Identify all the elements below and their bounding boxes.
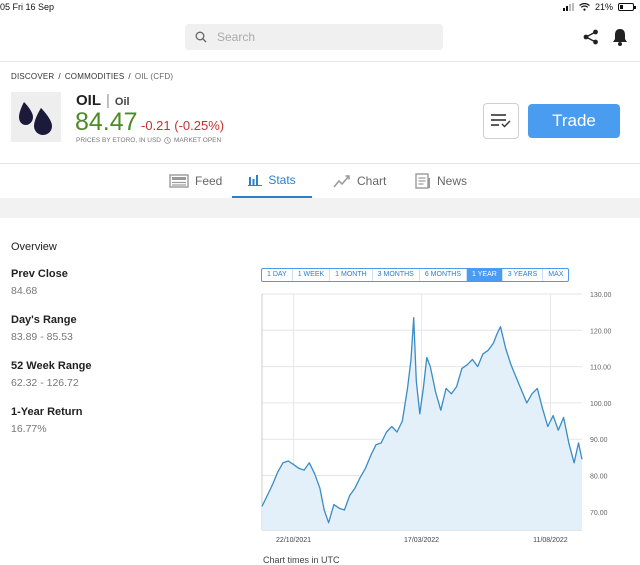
search-icon (195, 31, 207, 43)
tab-feed[interactable]: Feed (169, 164, 222, 198)
y-tick-label: 90.00 (590, 437, 608, 444)
y-tick-label: 120.00 (590, 328, 612, 335)
breadcrumb: DISCOVER / COMMODITIES / OIL (CFD) (11, 72, 174, 81)
tab-feed-label: Feed (195, 174, 223, 188)
range-6-months[interactable]: 6 MONTHS (420, 269, 468, 281)
x-tick-label: 11/08/2022 (533, 537, 568, 544)
top-bar (0, 14, 640, 62)
wifi-icon (579, 3, 590, 11)
breadcrumb-current: OIL (CFD) (134, 72, 174, 81)
days-range-value: 83.89 - 85.53 (11, 331, 73, 343)
y-tick-label: 130.00 (590, 292, 612, 299)
status-time: 05 Fri 16 Sep (0, 2, 55, 12)
share-icon[interactable] (582, 28, 600, 46)
week52-range-label: 52 Week Range (11, 360, 92, 372)
y-tick-label: 110.00 (590, 365, 611, 372)
tab-stats-label: Stats (268, 173, 296, 187)
one-year-return-label: 1-Year Return (11, 406, 83, 418)
instrument-logo (11, 92, 61, 142)
tab-news-label: News (437, 174, 468, 188)
tab-chart[interactable]: Chart (333, 164, 386, 198)
bell-icon[interactable] (611, 27, 629, 47)
tab-stats[interactable]: Stats (232, 164, 312, 198)
y-tick-label: 70.00 (590, 510, 608, 517)
instrument-name: Oil (114, 96, 130, 108)
overview-title: Overview (11, 241, 57, 253)
instrument-title: OIL | Oil (76, 92, 130, 109)
status-right: 21% (562, 2, 636, 12)
range-1-day[interactable]: 1 DAY (262, 269, 293, 281)
status-bar: 05 Fri 16 Sep 21% (0, 0, 640, 14)
market-status: MARKET OPEN (174, 137, 222, 144)
price-info: PRICES BY ETORO, IN USD MARKET OPEN (76, 137, 221, 144)
tab-news[interactable]: News (415, 164, 467, 198)
days-range-label: Day's Range (11, 314, 77, 326)
instrument-price: 84.47 (75, 108, 138, 136)
y-tick-label: 100.00 (590, 401, 612, 408)
signal-icon (562, 3, 574, 11)
section-divider (0, 198, 640, 218)
range-max[interactable]: MAX (543, 269, 568, 281)
week52-range-value: 62.32 - 126.72 (11, 377, 79, 389)
tab-chart-label: Chart (357, 174, 387, 188)
range-1-year[interactable]: 1 YEAR (467, 269, 503, 281)
prev-close-label: Prev Close (11, 268, 68, 280)
news-icon (415, 173, 430, 189)
tab-bar: Feed Stats Chart News (0, 163, 640, 198)
clock-icon (164, 137, 171, 144)
trade-button[interactable]: Trade (528, 104, 620, 138)
time-range-selector: 1 DAY 1 WEEK 1 MONTH 3 MONTHS 6 MONTHS 1 YEAR… (261, 268, 570, 282)
range-1-month[interactable]: 1 MONTH (330, 269, 373, 281)
one-year-return-value: 16.77% (11, 423, 47, 435)
battery-percent: 21% (594, 2, 613, 12)
list-check-icon (491, 114, 511, 128)
feed-icon (169, 174, 189, 188)
prices-by-label: PRICES BY ETORO, IN USD (76, 137, 162, 144)
watchlist-button[interactable] (483, 103, 519, 139)
breadcrumb-discover[interactable]: DISCOVER (11, 72, 54, 81)
line-chart-icon (333, 175, 350, 188)
search-input[interactable] (217, 30, 417, 44)
instrument-symbol: OIL (76, 92, 101, 109)
x-tick-label: 17/03/2022 (404, 537, 439, 544)
chart-footer: Chart times in UTC (263, 555, 340, 565)
range-1-week[interactable]: 1 WEEK (293, 269, 331, 281)
price-change: -0.21 (-0.25%) (141, 118, 225, 133)
search-box[interactable] (185, 24, 443, 50)
range-3-months[interactable]: 3 MONTHS (373, 269, 420, 281)
battery-icon (618, 3, 636, 11)
oil-drops-icon (19, 102, 52, 135)
prev-close-value: 84.68 (11, 285, 38, 297)
bar-chart-icon (248, 175, 263, 186)
breadcrumb-commodities[interactable]: COMMODITIES (65, 72, 125, 81)
range-3-years[interactable]: 3 YEARS (503, 269, 544, 281)
y-tick-label: 80.00 (590, 474, 608, 481)
price-chart: 70.00 80.00 90.00 100.00 110.00 120.00 130.00 2… (261, 292, 612, 544)
x-tick-label: 22/10/2021 (276, 537, 311, 544)
